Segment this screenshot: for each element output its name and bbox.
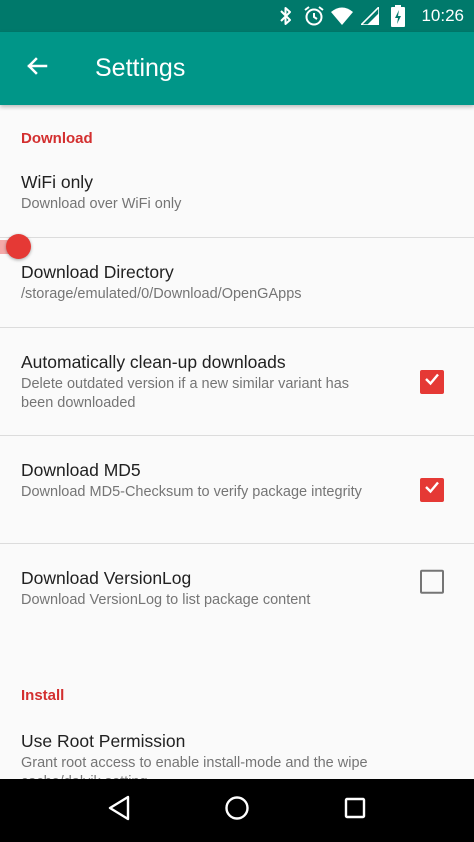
pref-wifi-only[interactable]: WiFi only Download over WiFi only	[0, 171, 474, 259]
pref-summary: Delete outdated version if a new similar…	[21, 376, 350, 411]
pref-download-directory[interactable]: Download Directory /storage/emulated/0/D…	[0, 238, 474, 327]
home-circle-icon	[224, 795, 250, 826]
battery-charging-icon	[387, 5, 409, 27]
nav-home-button[interactable]	[213, 787, 261, 835]
pref-summary: Download VersionLog to list package cont…	[21, 592, 311, 608]
nav-back-button[interactable]	[95, 787, 143, 835]
checkmark-icon	[423, 370, 441, 393]
category-install: Install	[21, 687, 65, 704]
back-button[interactable]	[13, 45, 61, 93]
status-bar: 10:26	[0, 0, 474, 32]
pref-title: WiFi only	[21, 172, 93, 192]
pref-title: Download Directory	[21, 262, 174, 282]
category-download: Download	[21, 130, 93, 147]
pref-title: Use Root Permission	[21, 731, 186, 751]
status-time: 10:26	[421, 6, 464, 25]
pref-summary: Download MD5-Checksum to verify package …	[21, 484, 362, 500]
back-triangle-icon	[107, 795, 131, 826]
checkmark-icon	[423, 478, 441, 501]
wifi-icon	[331, 5, 354, 27]
auto-cleanup-checkbox[interactable]	[420, 369, 444, 394]
pref-download-versionlog[interactable]: Download VersionLog Download VersionLog …	[0, 544, 474, 634]
settings-list[interactable]: Download WiFi only Download over WiFi on…	[0, 105, 474, 779]
alarm-icon	[303, 5, 325, 27]
app-bar: Settings	[0, 32, 474, 105]
pref-title: Download MD5	[21, 460, 141, 480]
download-md5-checkbox[interactable]	[420, 477, 444, 502]
pref-summary: Download over WiFi only	[21, 196, 182, 212]
pref-auto-cleanup[interactable]: Automatically clean-up downloads Delete …	[0, 328, 474, 435]
pref-root-permission[interactable]: Use Root Permission Grant root access to…	[0, 706, 474, 779]
pref-title: Automatically clean-up downloads	[21, 352, 286, 372]
pref-title: Download VersionLog	[21, 568, 192, 588]
nav-recents-button[interactable]	[331, 787, 379, 835]
arrow-left-icon	[25, 54, 49, 83]
pref-summary: Grant root access to enable install-mode…	[21, 755, 368, 779]
download-versionlog-checkbox[interactable]	[420, 569, 444, 594]
navigation-bar	[0, 779, 474, 842]
pref-download-md5[interactable]: Download MD5 Download MD5-Checksum to ve…	[0, 436, 474, 543]
recents-square-icon	[344, 797, 366, 824]
bluetooth-icon	[275, 5, 297, 27]
signal-icon	[359, 5, 381, 27]
pref-summary: /storage/emulated/0/Download/OpenGApps	[21, 286, 302, 302]
page-title: Settings	[95, 54, 186, 82]
